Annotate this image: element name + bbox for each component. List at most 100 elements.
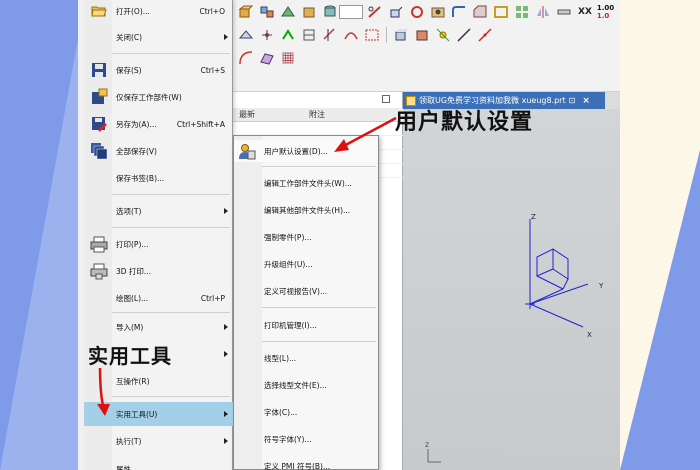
- toolbar-row-1: XX 1.00 1.0: [233, 1, 614, 23]
- toolbar-curve-icon[interactable]: [237, 49, 255, 67]
- file-menu-item-open[interactable]: 打开(O)... Ctrl+O: [84, 0, 233, 22]
- toolbar-number-stack[interactable]: 1.00 1.0: [597, 4, 614, 20]
- toolbar-extrude-icon[interactable]: [387, 3, 405, 21]
- submenu-label: 用户默认设置(D)...: [264, 146, 328, 156]
- submenu-item-symbol-font[interactable]: 符号字体(Y)...: [234, 428, 378, 450]
- menu-separator: [112, 227, 230, 228]
- annotation-utilities-text: 实用工具: [88, 344, 172, 368]
- submenu-item-edit-other-header[interactable]: 编辑其他部件文件头(H)...: [234, 199, 378, 221]
- submenu-arrow-icon: [224, 411, 228, 417]
- toolbar-sketch-icon[interactable]: [366, 3, 384, 21]
- menu-separator: [262, 166, 376, 167]
- file-menu-item-save-as[interactable]: 另存为(A)... Ctrl+Shift+A: [84, 113, 233, 135]
- file-menu-label: 执行(T): [116, 436, 142, 446]
- submenu-arrow-icon: [224, 324, 228, 330]
- toolbar-measure-icon[interactable]: [555, 3, 573, 21]
- toolbar-part-icon[interactable]: [279, 3, 297, 21]
- toolbar-shell-icon[interactable]: [492, 3, 510, 21]
- submenu-item-force-part[interactable]: 强制零件(P)...: [234, 226, 378, 248]
- toolbar-datum-icon[interactable]: [237, 26, 255, 44]
- submenu-item-linetype-file[interactable]: 选择线型文件(E)...: [234, 374, 378, 396]
- toolbar-snap-grid-icon[interactable]: [434, 26, 452, 44]
- file-menu-item-print[interactable]: 打印(P)...: [84, 233, 233, 255]
- submenu-item-visual-report[interactable]: 定义可视报告(V)...: [234, 280, 378, 302]
- tab-close-icon[interactable]: ×: [582, 96, 590, 106]
- file-menu-shortcut: Ctrl+Shift+A: [176, 119, 225, 129]
- file-menu-item-save-bookmark[interactable]: 保存书签(B)...: [84, 167, 233, 189]
- file-menu-item-save-all[interactable]: 全部保存(V): [84, 140, 233, 162]
- submenu-label: 打印机管理(I)...: [264, 320, 317, 330]
- toolbar-line-icon[interactable]: [455, 26, 473, 44]
- submenu-label: 编辑其他部件文件头(H)...: [264, 205, 351, 215]
- utilities-submenu: 用户默认设置(D)... 编辑工作部件文件头(W)... 编辑其他部件文件头(H…: [233, 135, 379, 470]
- file-menu-item-print-3d[interactable]: 3D 打印...: [84, 260, 233, 282]
- tab-pin-icon[interactable]: ⊡: [569, 96, 576, 105]
- save-all-icon: [90, 142, 108, 160]
- submenu-item-edit-part-header[interactable]: 编辑工作部件文件头(W)...: [234, 172, 378, 194]
- graphics-viewport[interactable]: Z Y X Z: [403, 109, 620, 470]
- toolbar-snap-icon[interactable]: [279, 26, 297, 44]
- background-right-triangle: [620, 150, 700, 470]
- nx-application-window: XX 1.00 1.0 最新 附注 领取UG免费学习资料加我微 xueug8.p…: [78, 0, 620, 470]
- toolbar-block-icon[interactable]: [300, 3, 318, 21]
- toolbar-layer-icon[interactable]: [300, 26, 318, 44]
- datum-csys[interactable]: [525, 219, 589, 328]
- navigator-column-notes[interactable]: 附注: [303, 109, 325, 120]
- toolbar-solid-icon[interactable]: [237, 3, 255, 21]
- menu-separator: [112, 312, 230, 313]
- file-menu-item-interop[interactable]: 互操作(R): [84, 370, 233, 392]
- save-as-icon: [90, 115, 108, 133]
- submenu-label: 定义可视报告(V)...: [264, 286, 328, 296]
- toolbar-pattern-icon[interactable]: [513, 3, 531, 21]
- file-menu-item-import[interactable]: 导入(M): [84, 316, 233, 338]
- toolbar-row-3: [233, 47, 297, 69]
- axis-y-label: Y: [598, 282, 604, 290]
- file-menu-item-execute[interactable]: 执行(T): [84, 430, 233, 452]
- submenu-item-linetype[interactable]: 线型(L)...: [234, 347, 378, 369]
- navigator-row[interactable]: [233, 122, 403, 136]
- file-menu-item-plot[interactable]: 绘图(L)... Ctrl+P: [84, 287, 233, 309]
- file-menu-item-save[interactable]: 保存(S) Ctrl+S: [84, 59, 233, 81]
- toolbar-mirror-icon[interactable]: [534, 3, 552, 21]
- toolbar-cylinder-icon[interactable]: [321, 3, 339, 21]
- toolbar-view-icon[interactable]: [392, 26, 410, 44]
- toolbar-point-icon[interactable]: [258, 26, 276, 44]
- submenu-item-upgrade[interactable]: 升级组件(U)...: [234, 253, 378, 275]
- submenu-item-pmi-symbol[interactable]: 定义 PMI 符号(B)...: [234, 455, 378, 470]
- toolbar-arc-icon[interactable]: [342, 26, 360, 44]
- navigator-column-latest[interactable]: 最新: [233, 109, 303, 120]
- toolbar-dropdown[interactable]: [339, 5, 363, 19]
- toolbar-rectangle-icon[interactable]: [363, 26, 381, 44]
- toolbar-hole-icon[interactable]: [429, 3, 447, 21]
- viewport-canvas: Z Y X Z: [425, 213, 604, 463]
- file-menu-item-properties[interactable]: 属性: [84, 458, 233, 470]
- file-menu-item-close[interactable]: 关闭(C): [84, 26, 233, 48]
- annotation-user-defaults-text: 用户默认设置: [395, 109, 534, 135]
- submenu-arrow-icon: [224, 351, 228, 357]
- toolbar-revolve-icon[interactable]: [408, 3, 426, 21]
- submenu-label: 编辑工作部件文件头(W)...: [264, 178, 352, 188]
- navigator-pin-icon[interactable]: [382, 95, 390, 103]
- toolbar-shade-icon[interactable]: [413, 26, 431, 44]
- file-menu-item-options[interactable]: 选项(T): [84, 200, 233, 222]
- toolbar-surface-icon[interactable]: [258, 49, 276, 67]
- submenu-item-user-defaults[interactable]: 用户默认设置(D)...: [234, 140, 378, 162]
- toolbar-trim-icon[interactable]: [321, 26, 339, 44]
- printer-icon: [90, 235, 108, 253]
- toolbar-assembly-icon[interactable]: [258, 3, 276, 21]
- submenu-item-printer-mgmt[interactable]: 打印机管理(I)...: [234, 314, 378, 336]
- toolbar-xx-label[interactable]: XX: [576, 7, 594, 17]
- toolbar-chamfer-icon[interactable]: [471, 3, 489, 21]
- file-menu-label: 保存(S): [116, 65, 142, 75]
- toolbar-blend-icon[interactable]: [450, 3, 468, 21]
- background-left-triangle: [0, 0, 85, 470]
- toolbar-line-red-icon[interactable]: [476, 26, 494, 44]
- file-menu-label: 导入(M): [116, 322, 144, 332]
- file-menu-item-utilities[interactable]: 实用工具(U): [84, 402, 233, 426]
- menu-separator: [262, 341, 376, 342]
- submenu-item-font[interactable]: 字体(C)...: [234, 401, 378, 423]
- toolbar-mesh-icon[interactable]: [279, 49, 297, 67]
- axis-z-label: Z: [531, 213, 536, 221]
- file-menu-item-save-work-part[interactable]: 仅保存工作部件(W): [84, 86, 233, 108]
- submenu-label: 定义 PMI 符号(B)...: [264, 461, 331, 470]
